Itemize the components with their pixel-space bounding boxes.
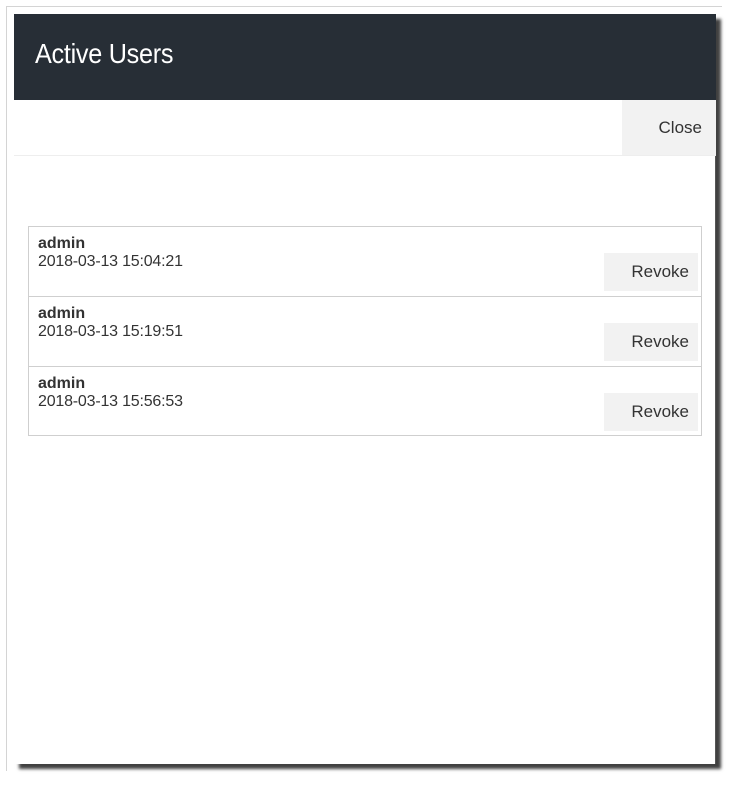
active-users-dialog: Active Users Close admin 2018-03-13 15:0… <box>14 14 716 764</box>
session-time: 2018-03-13 15:19:51 <box>38 323 183 340</box>
session-time: 2018-03-13 15:56:53 <box>38 393 183 410</box>
user-name: admin <box>38 305 86 322</box>
user-name: admin <box>38 375 86 392</box>
dialog-title: Active Users <box>35 38 174 69</box>
user-row: admin 2018-03-13 15:56:53 Revoke <box>29 367 701 435</box>
user-list: admin 2018-03-13 15:04:21 Revoke admin 2… <box>28 226 702 436</box>
session-time: 2018-03-13 15:04:21 <box>38 253 183 270</box>
user-row: admin 2018-03-13 15:04:21 Revoke <box>29 227 701 297</box>
dialog-toolbar: Close <box>14 100 716 156</box>
dialog-header: Active Users <box>14 14 716 100</box>
user-row: admin 2018-03-13 15:19:51 Revoke <box>29 297 701 367</box>
revoke-button[interactable]: Revoke <box>604 393 698 431</box>
user-name: admin <box>38 235 86 252</box>
close-button[interactable]: Close <box>622 100 716 155</box>
revoke-button[interactable]: Revoke <box>604 323 698 361</box>
revoke-button[interactable]: Revoke <box>604 253 698 291</box>
